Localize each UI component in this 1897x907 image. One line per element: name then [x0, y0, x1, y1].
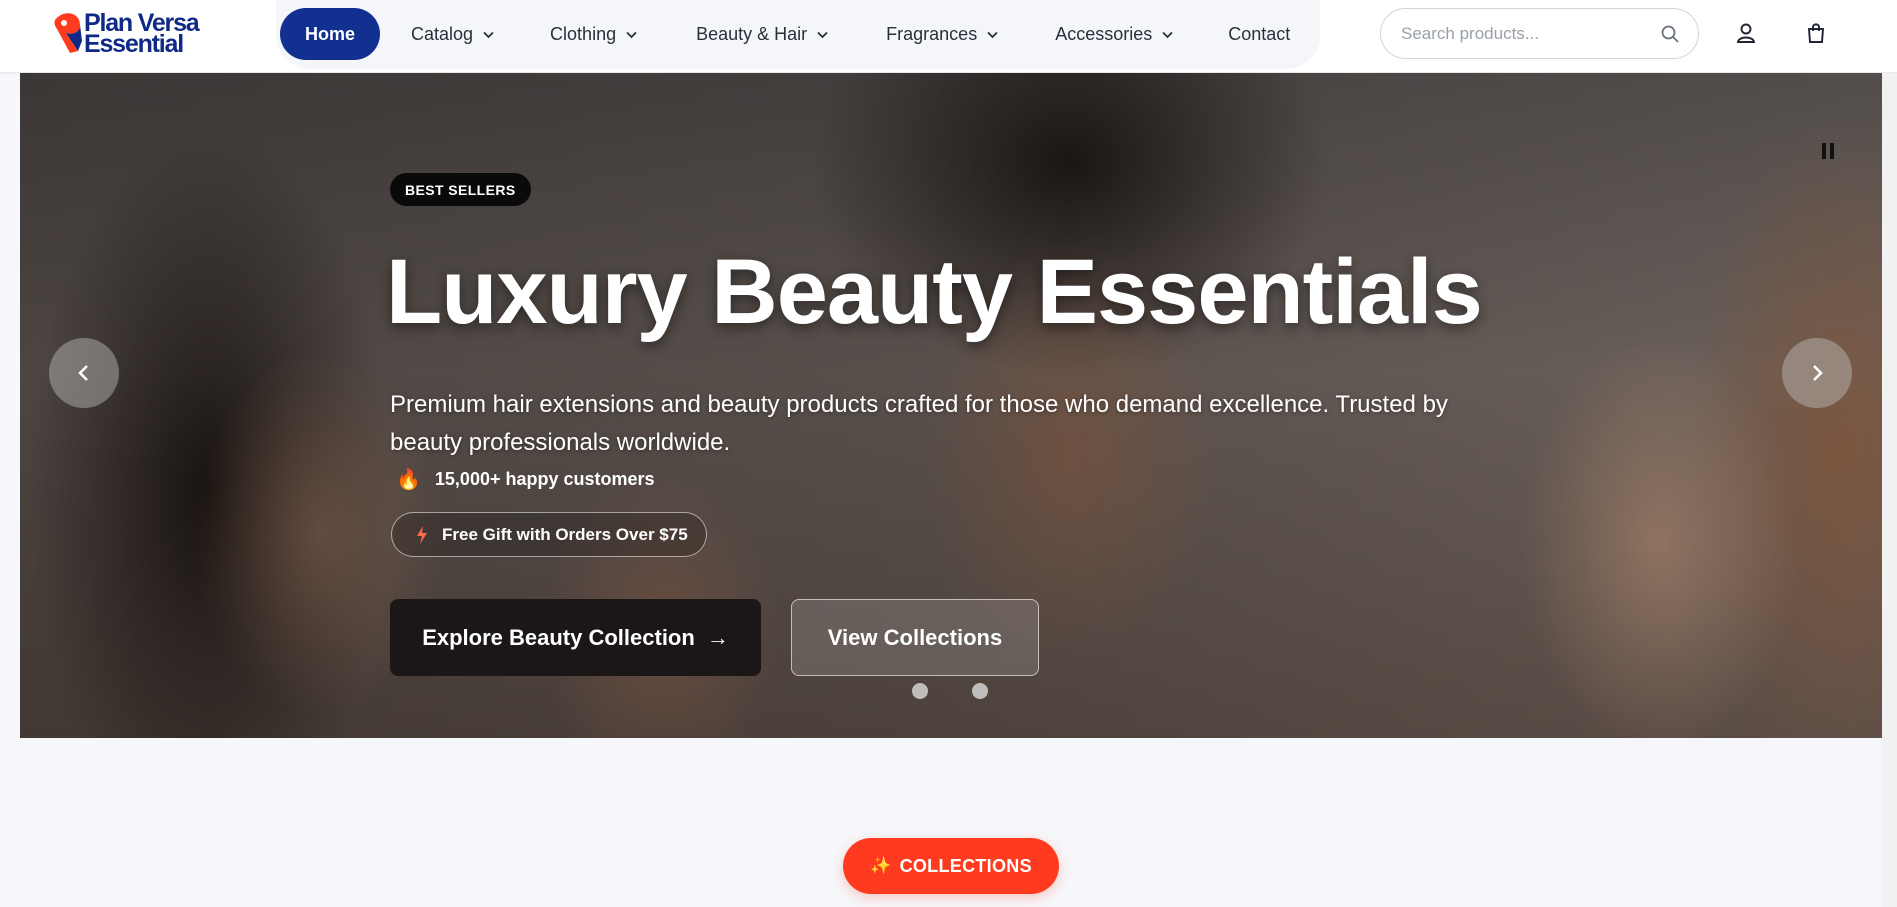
- chevron-down-icon: [626, 31, 637, 38]
- fire-icon: 🔥: [396, 469, 421, 491]
- main-nav: Home Catalog Clothing Beauty & Hair Frag…: [280, 8, 1290, 60]
- bolt-icon: [417, 525, 427, 544]
- nav-item-clothing[interactable]: Clothing: [550, 8, 638, 60]
- brand-name: Plan Versa Essential: [84, 11, 200, 58]
- search-input[interactable]: [1401, 21, 1651, 47]
- sparkles-icon: ✨: [870, 856, 892, 875]
- nav-item-beauty-hair[interactable]: Beauty & Hair: [696, 8, 829, 60]
- nav-item-label: Beauty & Hair: [696, 23, 808, 44]
- search-box: [1380, 8, 1699, 59]
- explore-beauty-label: Explore Beauty Collection: [422, 624, 695, 650]
- nav-item-label: Home: [304, 23, 355, 44]
- hero-title: Luxury Beauty Essentials: [386, 241, 1483, 343]
- site-header: Plan Versa Essential Home Catalog Clothi…: [0, 0, 1897, 73]
- free-gift-text: Free Gift with Orders Over $75: [442, 524, 688, 544]
- nav-item-label: Clothing: [550, 23, 617, 44]
- search-icon[interactable]: [1660, 24, 1680, 44]
- explore-beauty-button[interactable]: Explore Beauty Collection →: [390, 599, 761, 676]
- chevron-down-icon: [817, 31, 828, 38]
- nav-item-accessories[interactable]: Accessories: [1055, 8, 1174, 60]
- nav-item-label: Accessories: [1055, 23, 1153, 44]
- prev-slide-button[interactable]: [49, 338, 119, 408]
- user-icon: [1736, 23, 1756, 43]
- chevron-down-icon: [1162, 31, 1173, 38]
- view-collections-label: View Collections: [827, 624, 1003, 650]
- nav-item-label: Fragrances: [886, 23, 978, 44]
- collections-pill[interactable]: ✨ COLLECTIONS: [843, 838, 1059, 894]
- customers-text: 15,000+ happy customers: [434, 469, 655, 489]
- next-slide-button[interactable]: [1782, 338, 1852, 408]
- pause-icon[interactable]: [1820, 143, 1838, 161]
- nav-item-contact[interactable]: Contact: [1228, 8, 1290, 60]
- nav-item-catalog[interactable]: Catalog: [411, 8, 495, 60]
- chevron-down-icon: [987, 31, 998, 38]
- chevron-down-icon: [483, 31, 494, 38]
- chevron-right-icon: [1813, 365, 1823, 381]
- slide-dot-1[interactable]: [912, 683, 928, 699]
- brand-name-line2: Essential: [84, 30, 184, 58]
- hero-subtitle: Premium hair extensions and beauty produ…: [390, 391, 1448, 456]
- hero-slider: BEST SELLERS Luxury Beauty Essentials Pr…: [20, 73, 1882, 738]
- collections-pill-label: COLLECTIONS: [899, 855, 1032, 876]
- page-scrollbar[interactable]: [1882, 73, 1897, 907]
- nav-item-fragrances[interactable]: Fragrances: [886, 8, 999, 60]
- cart-button[interactable]: [1797, 14, 1835, 52]
- brand-logo[interactable]: Plan Versa Essential: [52, 11, 212, 57]
- arrow-right-icon: →: [706, 624, 729, 650]
- hero-badge: BEST SELLERS: [390, 173, 531, 206]
- shopping-bag-icon: [1807, 23, 1825, 43]
- slide-dot-2[interactable]: [972, 683, 988, 699]
- nav-item-label: Catalog: [411, 23, 474, 44]
- nav-item-label: Contact: [1228, 23, 1291, 44]
- nav-item-home[interactable]: Home: [280, 8, 380, 60]
- customers-stat: 🔥 15,000+ happy customers: [396, 467, 655, 492]
- chevron-left-icon: [78, 365, 88, 381]
- free-gift-badge: Free Gift with Orders Over $75: [391, 512, 707, 557]
- view-collections-button[interactable]: View Collections: [791, 599, 1039, 676]
- account-button[interactable]: [1727, 14, 1765, 52]
- logo-mark-icon: [54, 13, 82, 53]
